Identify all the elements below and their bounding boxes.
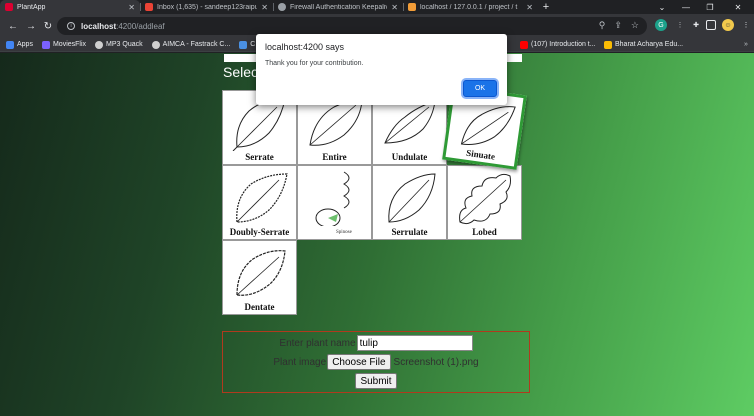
bookmark-label: MoviesFlix bbox=[52, 41, 87, 48]
bookmark-aimca[interactable]: AIMCA - Fastrack C... bbox=[151, 40, 231, 49]
add-plant-form: Enter plant name Plant image Choose File… bbox=[222, 331, 530, 393]
tab-firewall[interactable]: Firewall Authentication Keepalive ✕ bbox=[273, 0, 403, 14]
new-tab-button[interactable]: + bbox=[538, 0, 554, 14]
serrulate-leaf-icon bbox=[388, 173, 436, 223]
submit-row: Submit bbox=[223, 373, 529, 389]
leaf-label: Serrate bbox=[245, 152, 274, 162]
avatar[interactable]: ☺ bbox=[722, 19, 734, 31]
bookmark-label: AIMCA - Fastrack C... bbox=[162, 41, 231, 48]
restore-icon[interactable]: ❐ bbox=[698, 0, 722, 14]
tab-phpmyadmin[interactable]: localhost / 127.0.0.1 / project / t ✕ bbox=[403, 0, 538, 14]
close-icon[interactable]: ✕ bbox=[391, 3, 398, 12]
gmail-icon bbox=[145, 3, 153, 11]
close-window-icon[interactable]: ✕ bbox=[726, 0, 750, 14]
leaf-card-doubly-serrate[interactable]: Doubly-Serrate bbox=[222, 165, 297, 240]
moviesflix-icon bbox=[41, 40, 50, 49]
ok-button[interactable]: OK bbox=[463, 80, 497, 97]
back-icon[interactable]: ← bbox=[6, 19, 20, 33]
leaf-label: Undulate bbox=[391, 152, 428, 162]
leaf-label: Lobed bbox=[472, 227, 497, 237]
leaf-label: Serrulate bbox=[391, 227, 428, 237]
bookmark-apps[interactable]: Apps bbox=[6, 40, 33, 49]
youtube-icon bbox=[520, 40, 528, 49]
name-row: Enter plant name bbox=[223, 335, 529, 351]
tab-title: PlantApp bbox=[17, 3, 46, 11]
dialog-title: localhost:4200 says bbox=[265, 42, 345, 52]
leaf-label: Entire bbox=[322, 152, 347, 162]
bookmark-c[interactable]: C bbox=[239, 40, 256, 49]
doubly-serrate-leaf-icon bbox=[236, 173, 288, 223]
bookmark-moviesflix[interactable]: MoviesFlix bbox=[41, 40, 87, 49]
tab-plantapp[interactable]: PlantApp ✕ bbox=[0, 0, 140, 14]
zoom-icon[interactable]: ⚲ bbox=[599, 20, 606, 31]
bookmark-label: (107) Introduction t... bbox=[531, 41, 596, 48]
phpmyadmin-icon bbox=[408, 3, 416, 11]
puzzle-icon[interactable]: ✚ bbox=[690, 19, 702, 31]
leaf-sublabel: Spinose bbox=[336, 230, 352, 235]
c-icon bbox=[239, 40, 248, 49]
image-row: Plant image Choose File Screenshot (1).p… bbox=[223, 354, 529, 370]
url-host: localhost bbox=[81, 21, 117, 31]
angular-icon bbox=[5, 3, 13, 11]
side-panel-icon[interactable] bbox=[706, 20, 716, 30]
url-path: :4200/addleaf bbox=[116, 21, 165, 31]
tab-gmail[interactable]: Inbox (1,635) - sandeep123raipu ✕ bbox=[140, 0, 273, 14]
close-icon[interactable]: ✕ bbox=[128, 3, 135, 12]
bharat-icon bbox=[604, 40, 612, 49]
lobed-leaf-icon bbox=[459, 173, 511, 225]
grammarly-icon[interactable]: G bbox=[655, 19, 667, 31]
leaf-label: Dentate bbox=[244, 302, 275, 312]
page-content: Select Serrate Entire Undulate Sinuate D… bbox=[0, 53, 754, 416]
leaf-card-spinose[interactable]: Spinose bbox=[297, 165, 372, 240]
tab-title: Inbox (1,635) - sandeep123raipu bbox=[157, 3, 258, 11]
dentate-leaf-icon bbox=[236, 250, 286, 296]
close-icon[interactable]: ✕ bbox=[526, 3, 533, 12]
close-icon[interactable]: ✕ bbox=[261, 3, 268, 12]
plant-name-input[interactable] bbox=[356, 335, 473, 351]
globe-icon bbox=[278, 3, 286, 11]
bookmark-label: Bharat Acharya Edu... bbox=[615, 41, 684, 48]
bookmark-label: Apps bbox=[17, 41, 33, 48]
bookmark-star-icon[interactable]: ☆ bbox=[631, 20, 639, 31]
leaf-card-serrulate[interactable]: Serrulate bbox=[372, 165, 447, 240]
menu-icon[interactable]: ⋮ bbox=[740, 19, 752, 31]
bookmark-label: MP3 Quack bbox=[106, 41, 143, 48]
tab-title: localhost / 127.0.0.1 / project / t bbox=[420, 3, 518, 11]
forward-icon[interactable]: → bbox=[24, 19, 38, 33]
tab-strip: PlantApp ✕ Inbox (1,635) - sandeep123rai… bbox=[0, 0, 754, 14]
choose-file-button[interactable]: Choose File bbox=[327, 354, 391, 370]
more-bookmarks-icon[interactable]: » bbox=[744, 41, 748, 48]
leaf-card-lobed[interactable]: Lobed bbox=[447, 165, 522, 240]
bookmark-mp3quack[interactable]: MP3 Quack bbox=[95, 40, 143, 49]
address-bar[interactable]: i localhost:4200/addleaf ⚲ ⇪ ☆ bbox=[57, 17, 647, 35]
tab-search-icon[interactable]: ⌄ bbox=[650, 0, 674, 14]
leaf-label: Doubly-Serrate bbox=[229, 227, 290, 237]
share-icon[interactable]: ⇪ bbox=[614, 20, 622, 31]
apps-grid-icon bbox=[6, 40, 14, 49]
tab-title: Firewall Authentication Keepalive bbox=[290, 3, 388, 11]
bookmark-label: C bbox=[250, 41, 256, 48]
minimize-icon[interactable]: — bbox=[674, 0, 698, 14]
selected-file-name: Screenshot (1).png bbox=[393, 356, 479, 368]
alert-dialog: localhost:4200 says Thank you for your c… bbox=[256, 34, 507, 105]
bookmark-bharat[interactable]: Bharat Acharya Edu... bbox=[604, 40, 684, 49]
plant-name-label: Enter plant name bbox=[279, 337, 356, 349]
aimca-icon bbox=[151, 40, 160, 49]
submit-button[interactable]: Submit bbox=[355, 373, 397, 389]
plant-image-label: Plant image bbox=[273, 356, 327, 368]
reload-icon[interactable]: ↻ bbox=[41, 19, 55, 33]
leaf-card-dentate[interactable]: Dentate bbox=[222, 240, 297, 315]
dialog-message: Thank you for your contribution. bbox=[265, 60, 364, 67]
site-info-icon[interactable]: i bbox=[67, 22, 75, 30]
extension-icon[interactable]: ⋮ bbox=[674, 19, 686, 31]
mp3quack-icon bbox=[95, 40, 104, 49]
spinose-leaf-icon bbox=[315, 171, 350, 226]
bookmark-youtube[interactable]: (107) Introduction t... bbox=[520, 40, 596, 49]
